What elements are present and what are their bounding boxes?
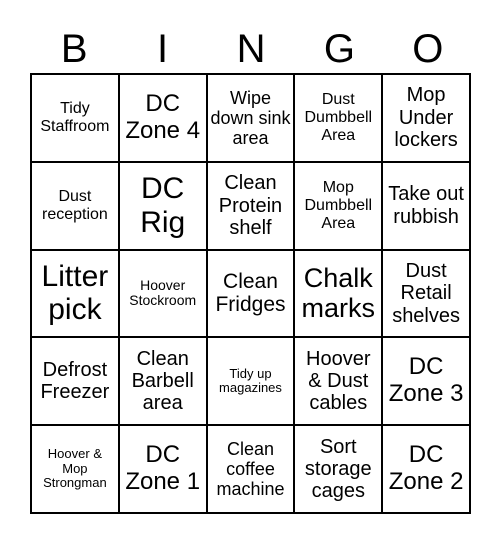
bingo-cell[interactable]: Take out rubbish [382,161,470,250]
bingo-cell[interactable]: Mop Under lockers [382,74,470,162]
bingo-cell[interactable]: Mop Dumbbell Area [294,161,383,250]
header-letter-o: O [412,27,444,71]
bingo-cell[interactable]: DC Zone 3 [382,337,470,426]
bingo-cell[interactable]: Tidy up magazines [206,337,295,426]
bingo-cell[interactable]: Dust reception [31,161,119,250]
bingo-cell[interactable]: DC Zone 4 [118,74,207,162]
bingo-cell[interactable]: Hoover Stockroom [118,249,207,338]
bingo-cell[interactable]: Hoover & Dust cables [294,337,383,426]
header-letter-g: G [323,27,355,71]
bingo-cell[interactable]: Clean coffee machine [206,425,295,513]
bingo-cell[interactable]: Sort storage cages [294,425,383,513]
bingo-grid: Tidy Staffroom DC Zone 4 Wipe down sink ar… [30,73,471,514]
bingo-cell[interactable]: Dust Retail shelves [382,249,470,338]
bingo-cell[interactable]: Wipe down sink area [206,74,295,162]
bingo-cell[interactable]: Chalk marks [294,249,383,338]
bingo-cell[interactable]: Clean Barbell area [118,337,207,426]
bingo-cell[interactable]: Clean Protein shelf [206,161,295,250]
bingo-cell[interactable]: Tidy Staffroom [31,74,119,162]
bingo-cell[interactable]: Litter pick [31,249,119,338]
bingo-cell[interactable]: DC Zone 1 [118,425,207,513]
bingo-cell[interactable]: DC Rig [118,161,207,250]
bingo-header: B I N G O [30,26,472,72]
bingo-cell[interactable]: Hoover & Mop Strongman [31,425,119,513]
header-letter-i: I [157,27,169,71]
bingo-cell[interactable]: DC Zone 2 [382,425,470,513]
header-letter-n: N [236,27,266,71]
bingo-cell[interactable]: Dust Dumbbell Area [294,74,383,162]
bingo-cell[interactable]: Clean Fridges [206,249,295,338]
header-letter-b: B [60,27,88,71]
bingo-cell[interactable]: Defrost Freezer [31,337,119,426]
